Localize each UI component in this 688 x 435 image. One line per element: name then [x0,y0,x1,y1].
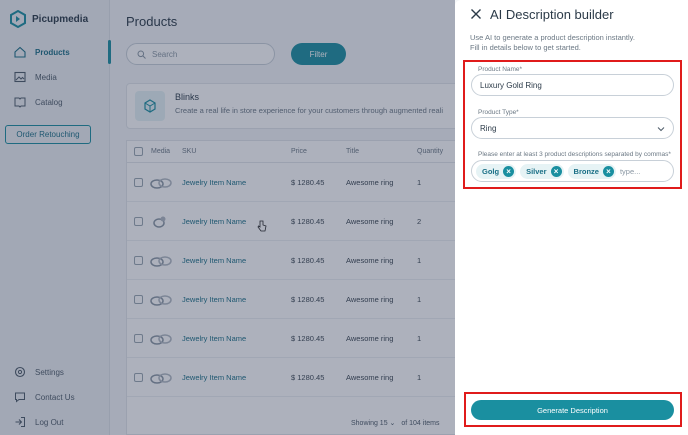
product-name-field[interactable]: Luxury Gold Ring [471,74,674,96]
generate-description-button[interactable]: Generate Description [471,400,674,420]
tags-label: Please enter at least 3 product descript… [478,151,671,158]
remove-tag-icon[interactable]: × [550,165,562,177]
tag-label: Golg [482,166,500,176]
tags-placeholder: type... [619,166,641,176]
tag-label: Silver [526,166,547,176]
product-name-value: Luxury Gold Ring [480,80,542,90]
modal-backdrop[interactable] [0,0,455,435]
product-type-value: Ring [480,123,497,133]
panel-description: Use AI to generate a product description… [470,33,680,53]
product-type-label: Product Type* [478,109,519,116]
tags-input[interactable]: Golg × Silver × Bronze × type... [471,160,674,182]
tag-chip: Golg × [476,163,517,179]
remove-tag-icon[interactable]: × [503,165,515,177]
tag-chip: Bronze × [567,163,616,179]
tag-label: Bronze [573,166,599,176]
close-icon[interactable] [470,8,482,20]
remove-tag-icon[interactable]: × [602,165,614,177]
ai-description-panel: AI Description builder Use AI to generat… [455,0,688,435]
app-window: Picupmedia Products Media Catalog Order … [0,0,688,435]
product-type-select[interactable]: Ring [471,117,674,139]
panel-description-line: Fill in details below to get started. [470,43,581,52]
tag-chip: Silver × [520,163,564,179]
panel-title: AI Description builder [490,7,614,22]
chevron-down-icon [657,127,665,132]
panel-description-line: Use AI to generate a product description… [470,33,635,42]
product-name-label: Product Name* [478,66,523,73]
